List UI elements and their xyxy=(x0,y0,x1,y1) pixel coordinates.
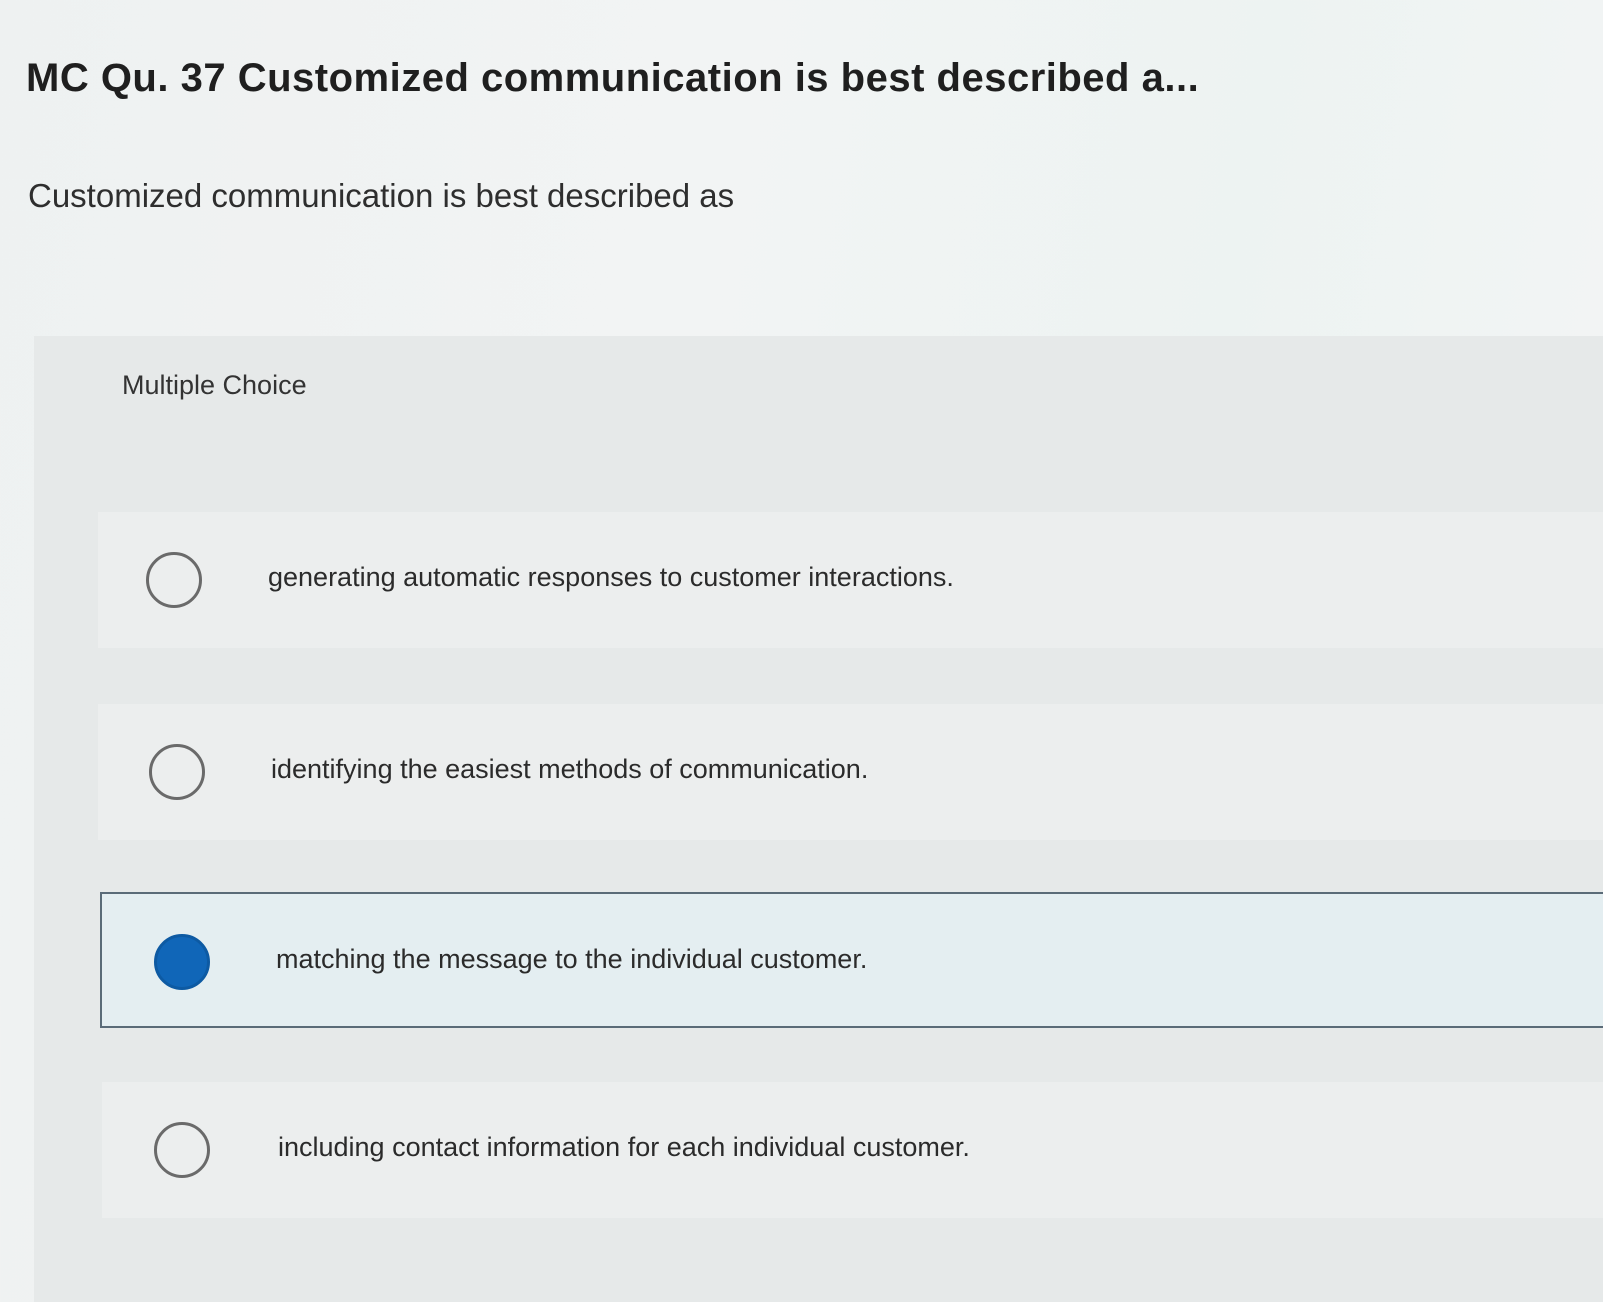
choice-option-1[interactable]: generating automatic responses to custom… xyxy=(98,512,1603,648)
choice-option-label: matching the message to the individual c… xyxy=(276,944,868,974)
choice-option-3[interactable]: matching the message to the individual c… xyxy=(100,892,1603,1028)
choice-option-2[interactable]: identifying the easiest methods of commu… xyxy=(98,704,1603,840)
question-title: MC Qu. 37 Customized communication is be… xyxy=(26,56,1200,100)
choice-option-4[interactable]: including contact information for each i… xyxy=(102,1082,1603,1218)
radio-unselected-icon[interactable] xyxy=(154,1122,210,1178)
radio-unselected-icon[interactable] xyxy=(149,744,205,800)
multiple-choice-heading: Multiple Choice xyxy=(122,370,307,400)
radio-unselected-icon[interactable] xyxy=(146,552,202,608)
choice-option-label: including contact information for each i… xyxy=(278,1132,970,1162)
choice-option-label: generating automatic responses to custom… xyxy=(268,562,954,592)
radio-selected-icon[interactable] xyxy=(154,934,210,990)
multiple-choice-panel: Multiple Choice generating automatic res… xyxy=(34,336,1603,1302)
question-page: MC Qu. 37 Customized communication is be… xyxy=(0,0,1603,1302)
question-prompt: Customized communication is best describ… xyxy=(28,177,735,214)
choice-option-label: identifying the easiest methods of commu… xyxy=(271,754,869,784)
